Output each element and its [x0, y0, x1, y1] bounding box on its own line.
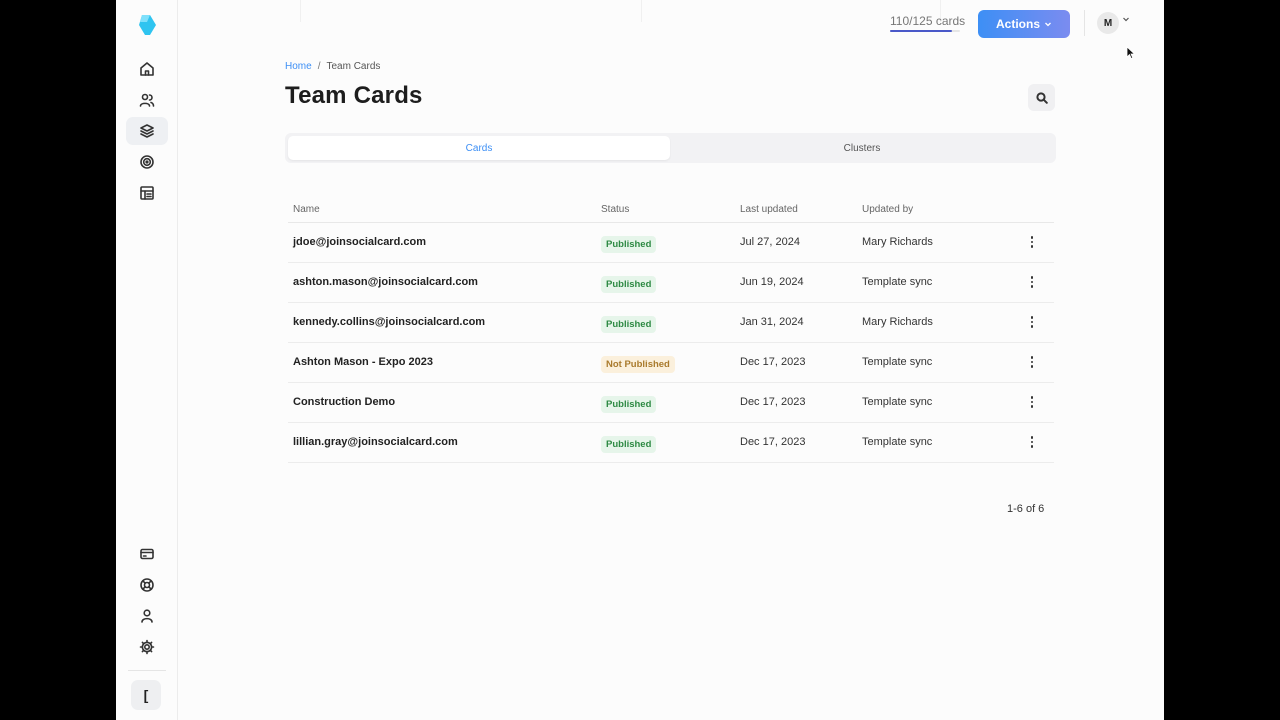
last-updated: Jul 27, 2024: [740, 236, 800, 248]
avatar[interactable]: M: [1097, 12, 1119, 34]
table-row[interactable]: Ashton Mason - Expo 2023 Not Published D…: [288, 343, 1054, 383]
card-name[interactable]: jdoe@joinsocialcard.com: [293, 236, 426, 248]
nav-cards[interactable]: [126, 117, 168, 145]
card-name[interactable]: lillian.gray@joinsocialcard.com: [293, 436, 458, 448]
actions-label: Actions: [995, 17, 1040, 31]
pagination-info: 1-6 of 6: [1007, 503, 1045, 515]
nav-templates[interactable]: [126, 179, 168, 207]
last-updated: Jun 19, 2024: [740, 276, 804, 288]
updated-by: Mary Richards: [862, 316, 933, 328]
updated-by: Template sync: [862, 276, 933, 288]
status-badge: Published: [601, 276, 657, 293]
target-icon: [140, 155, 154, 169]
column-header-status[interactable]: Status: [601, 204, 629, 215]
nav-profile[interactable]: [126, 602, 168, 630]
actions-button[interactable]: Actions: [978, 10, 1070, 38]
breadcrumb: Home / Team Cards: [285, 61, 380, 72]
nav-insights[interactable]: [126, 148, 168, 176]
tab-clusters[interactable]: Clusters: [671, 136, 1053, 160]
status-badge: Published: [601, 316, 657, 333]
last-updated: Dec 17, 2023: [740, 396, 806, 408]
nav-settings[interactable]: [126, 633, 168, 661]
breadcrumb-current: Team Cards: [326, 61, 381, 72]
row-menu-icon[interactable]: [1028, 234, 1036, 250]
chevron-down-icon: [1045, 22, 1051, 27]
view-tabs: Cards Clusters: [285, 133, 1056, 163]
updated-by: Template sync: [862, 436, 933, 448]
chevron-down-icon[interactable]: [1122, 15, 1130, 23]
updated-by: Mary Richards: [862, 236, 933, 248]
nav-team[interactable]: [126, 86, 168, 114]
sidebar-collapse-button[interactable]: [: [131, 680, 161, 710]
nav-home[interactable]: [126, 55, 168, 83]
lifebuoy-icon: [140, 578, 154, 592]
card-name[interactable]: ashton.mason@joinsocialcard.com: [293, 276, 478, 288]
tab-cards[interactable]: Cards: [288, 136, 670, 160]
nav-support[interactable]: [126, 571, 168, 599]
card-icon: [140, 548, 154, 560]
cards-table: Name Status Last updated Updated by jdoe…: [288, 198, 1054, 463]
table-row[interactable]: lillian.gray@joinsocialcard.com Publishe…: [288, 423, 1054, 463]
updated-by: Template sync: [862, 396, 933, 408]
last-updated: Dec 17, 2023: [740, 356, 806, 368]
column-header-name[interactable]: Name: [293, 204, 320, 215]
card-usage-text: 110/125 cards: [890, 14, 966, 28]
column-header-last-updated[interactable]: Last updated: [740, 204, 798, 215]
row-menu-icon[interactable]: [1028, 394, 1036, 410]
status-badge: Not Published: [601, 356, 675, 373]
mouse-cursor-icon: [1126, 46, 1136, 60]
row-menu-icon[interactable]: [1028, 274, 1036, 290]
gear-icon: [139, 639, 155, 655]
layout-icon: [140, 186, 154, 200]
table-row[interactable]: Construction Demo Published Dec 17, 2023…: [288, 383, 1054, 423]
status-badge: Published: [601, 396, 657, 413]
sidebar: [: [116, 0, 178, 720]
search-button[interactable]: [1028, 84, 1055, 111]
table-row[interactable]: kennedy.collins@joinsocialcard.com Publi…: [288, 303, 1054, 343]
table-header: Name Status Last updated Updated by: [288, 198, 1054, 223]
app-window: [ 110/125 cards Actions M Home / Team Card…: [116, 0, 1164, 720]
users-icon: [139, 93, 155, 107]
card-usage-bar: [890, 30, 960, 32]
status-badge: Published: [601, 236, 657, 253]
last-updated: Jan 31, 2024: [740, 316, 804, 328]
table-row[interactable]: jdoe@joinsocialcard.com Published Jul 27…: [288, 223, 1054, 263]
last-updated: Dec 17, 2023: [740, 436, 806, 448]
column-header-updated-by[interactable]: Updated by: [862, 204, 913, 215]
layers-icon: [140, 124, 154, 138]
card-name[interactable]: kennedy.collins@joinsocialcard.com: [293, 316, 485, 328]
search-icon: [1035, 91, 1048, 104]
app-logo[interactable]: [136, 14, 158, 36]
row-menu-icon[interactable]: [1028, 354, 1036, 370]
row-menu-icon[interactable]: [1028, 314, 1036, 330]
table-row[interactable]: ashton.mason@joinsocialcard.com Publishe…: [288, 263, 1054, 303]
topbar-separator: [1084, 10, 1085, 36]
topbar-divider: [300, 0, 301, 22]
nav-billing[interactable]: [126, 540, 168, 568]
sidebar-divider: [128, 670, 166, 671]
page-title: Team Cards: [285, 82, 423, 109]
card-name[interactable]: Ashton Mason - Expo 2023: [293, 356, 433, 368]
card-name[interactable]: Construction Demo: [293, 396, 395, 408]
status-badge: Published: [601, 436, 657, 453]
breadcrumb-separator: /: [317, 61, 321, 72]
topbar-divider: [641, 0, 642, 22]
updated-by: Template sync: [862, 356, 933, 368]
breadcrumb-home-link[interactable]: Home: [285, 61, 312, 72]
user-icon: [141, 609, 153, 623]
home-icon: [140, 62, 154, 76]
row-menu-icon[interactable]: [1028, 434, 1036, 450]
card-usage-fill: [890, 30, 952, 32]
